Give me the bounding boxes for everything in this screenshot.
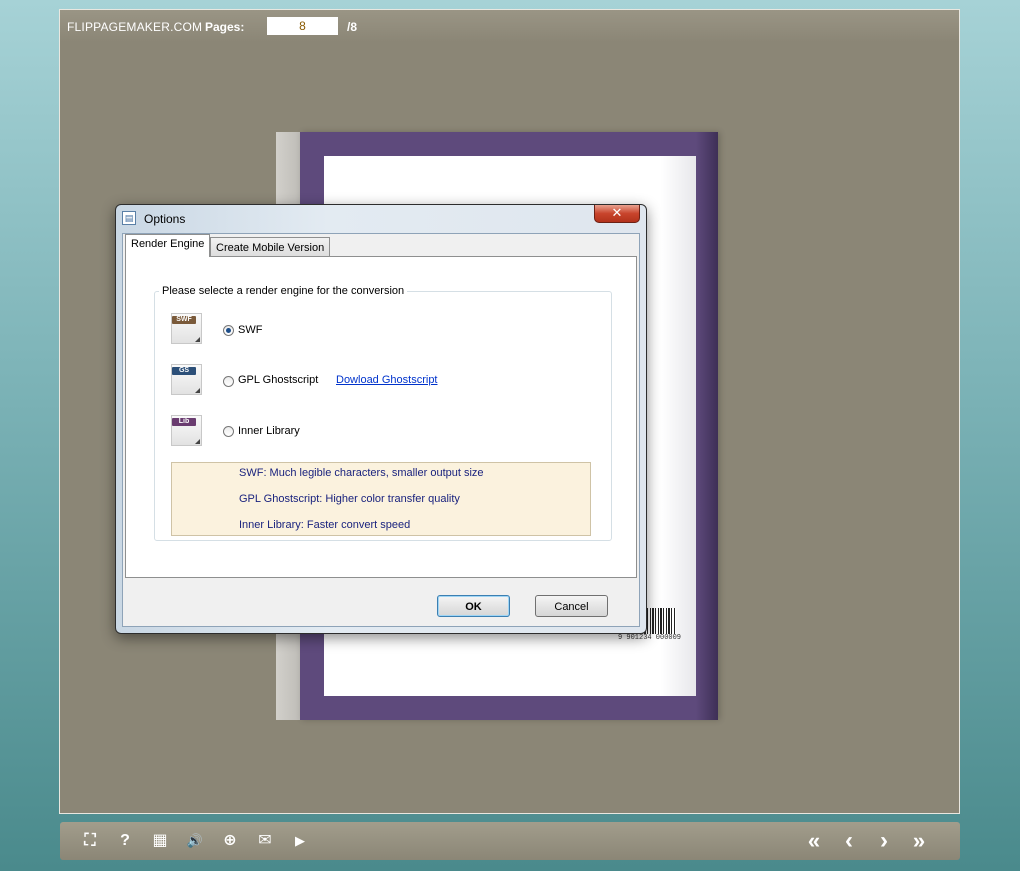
last-page-icon[interactable]: » [908,830,930,852]
library-tag: Lib [172,418,196,426]
ok-button[interactable]: OK [437,595,510,617]
inner-library-radio[interactable] [223,426,234,437]
ghostscript-radio-label[interactable]: GPL Ghostscript [238,374,318,386]
ghostscript-radio[interactable] [223,376,234,387]
first-page-icon[interactable]: « [803,830,825,852]
render-engine-group: Please selecte a render engine for the c… [154,285,612,541]
tab-render-engine[interactable]: Render Engine [125,234,211,257]
inner-library-description: Inner Library: Faster convert speed [239,519,411,531]
cancel-button[interactable]: Cancel [535,595,608,617]
engine-description-box: SWF: Much legible characters, smaller ou… [171,462,591,536]
thumbnails-icon[interactable]: ▦ [149,831,171,851]
group-label: Please selecte a render engine for the c… [159,285,408,297]
swf-description: SWF: Much legible characters, smaller ou… [239,467,484,479]
dialog-title: Options [144,212,186,226]
swf-file-icon: SWF [171,313,202,344]
tab-create-mobile-version[interactable]: Create Mobile Version [210,237,331,257]
swf-radio-label[interactable]: SWF [238,324,262,336]
library-file-icon: Lib [171,415,202,446]
swf-radio[interactable] [223,325,234,336]
page-total: /8 [347,20,358,34]
previous-page-icon[interactable]: ‹ [838,829,860,853]
autoplay-icon[interactable]: ▶ [289,831,311,851]
viewer-toolbar: ⛶ ? ▦ 🔊 ⊕ ✉ ▶ « ‹ › » [60,822,960,860]
swf-tag: SWF [172,316,196,324]
fullscreen-icon[interactable]: ⛶ [79,831,101,851]
dialog-client-area: Render Engine Create Mobile Version Plea… [122,233,640,627]
options-dialog: ▤ Options ✕ Render Engine Create Mobile … [115,204,647,634]
viewer-top-bar: FLIPPAGEMAKER.COM Pages: /8 [60,10,959,42]
brand-name[interactable]: FLIPPAGEMAKER.COM [67,20,202,34]
render-engine-panel: Please selecte a render engine for the c… [125,256,637,578]
next-page-icon[interactable]: › [873,829,895,853]
dialog-app-icon: ▤ [122,211,136,225]
zoom-in-icon[interactable]: ⊕ [219,831,241,851]
ghostscript-file-icon: GS [171,364,202,395]
inner-library-radio-label[interactable]: Inner Library [238,425,300,437]
page-number-input[interactable] [267,17,338,35]
help-icon[interactable]: ? [114,831,136,851]
ghostscript-tag: GS [172,367,196,375]
sound-icon[interactable]: 🔊 [184,831,206,851]
barcode-number: 9 901234 000009 [618,634,682,642]
ghostscript-description: GPL Ghostscript: Higher color transfer q… [239,493,460,505]
pages-label: Pages: [205,20,245,34]
download-ghostscript-link[interactable]: Dowload Ghostscript [336,374,438,386]
close-button[interactable]: ✕ [594,205,640,223]
email-icon[interactable]: ✉ [254,831,276,851]
